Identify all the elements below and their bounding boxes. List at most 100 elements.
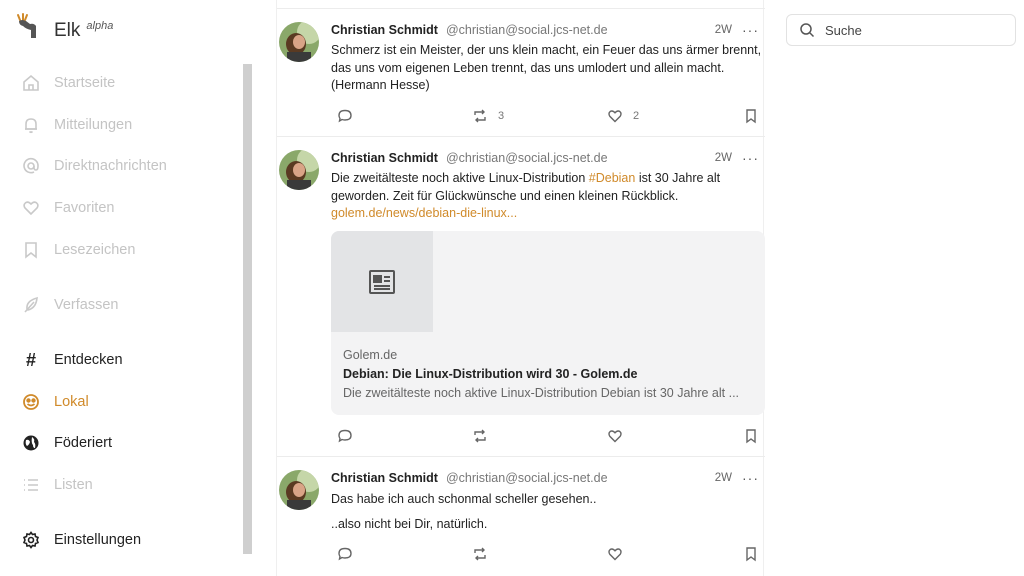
favourite-count: 2: [633, 110, 640, 122]
nav-bookmarks[interactable]: Lesezeichen: [22, 237, 135, 263]
gear-icon: [22, 531, 40, 549]
bookmark-icon: [746, 547, 756, 562]
feather-icon: [22, 296, 40, 314]
heart-icon: [22, 199, 40, 217]
nav-notifications-label: Mitteilungen: [54, 117, 133, 133]
favourite-button[interactable]: 2: [607, 108, 639, 124]
nav-compose[interactable]: Verfassen: [22, 292, 119, 318]
hashtag-link[interactable]: #Debian: [589, 171, 636, 185]
bookmark-button[interactable]: [743, 108, 759, 124]
post-actions: 3 2: [337, 108, 757, 128]
nav-settings[interactable]: Einstellungen: [22, 527, 141, 553]
favourite-button[interactable]: [607, 546, 623, 562]
nav-federated-label: Föderiert: [54, 435, 113, 451]
post-time[interactable]: 2W: [715, 472, 732, 484]
elk-logo-icon: [17, 13, 36, 38]
post-header: Christian Schmidt @christian@social.jcs-…: [331, 150, 759, 166]
post-time[interactable]: 2W: [715, 24, 732, 36]
nav-federated[interactable]: Föderiert: [22, 430, 112, 456]
nav-local-label: Lokal: [54, 394, 89, 410]
avatar[interactable]: [279, 22, 319, 62]
app-name: Elk: [54, 20, 81, 41]
card-title: Debian: Die Linux-Distribution wird 30 -…: [343, 367, 638, 381]
nav-compose-label: Verfassen: [54, 297, 119, 313]
search-box[interactable]: [786, 14, 1016, 46]
nav-settings-label: Einstellungen: [54, 532, 142, 548]
timeline-feed: Christian Schmidt @christian@social.jcs-…: [276, 0, 765, 576]
reply-icon: [338, 109, 352, 123]
avatar[interactable]: [279, 150, 319, 190]
author-name[interactable]: Christian Schmidt: [331, 23, 438, 37]
author-handle[interactable]: @christian@social.jcs-net.de: [446, 23, 608, 37]
post-paragraph: Das habe ich auch schonmal scheller gese…: [331, 492, 597, 506]
status-post[interactable]: Christian Schmidt @christian@social.jcs-…: [277, 456, 765, 574]
boost-button[interactable]: [472, 428, 488, 444]
nav-local[interactable]: Lokal: [22, 389, 89, 415]
list-icon: [22, 476, 40, 494]
author-handle[interactable]: @christian@social.jcs-net.de: [446, 471, 608, 485]
hashtag-icon: #: [25, 349, 36, 370]
reply-button[interactable]: [337, 108, 353, 124]
avatar[interactable]: [279, 470, 319, 510]
nav-notifications[interactable]: Mitteilungen: [22, 112, 132, 138]
bookmark-button[interactable]: [743, 428, 759, 444]
nav-messages[interactable]: Direktnachrichten: [22, 153, 167, 179]
favourite-button[interactable]: [607, 428, 623, 444]
nav-lists[interactable]: Listen: [22, 472, 93, 498]
card-description: Die zweitälteste noch aktive Linux-Distr…: [343, 386, 740, 400]
post-time[interactable]: 2W: [715, 152, 732, 164]
post-content: Die zweitälteste noch aktive Linux-Distr…: [331, 170, 763, 223]
globe-icon: [22, 434, 40, 452]
bookmark-icon: [22, 241, 40, 259]
nav-favorites-label: Favoriten: [54, 200, 115, 216]
at-icon: [22, 157, 40, 175]
post-paragraph: ..also nicht bei Dir, natürlich.: [331, 516, 488, 531]
author-handle[interactable]: @christian@social.jcs-net.de: [446, 151, 608, 165]
link-preview-card[interactable]: Golem.de Debian: Die Linux-Distribution …: [331, 231, 765, 415]
nav-favorites[interactable]: Favoriten: [22, 195, 114, 221]
newspaper-icon: [369, 269, 395, 294]
post-content: Das habe ich auch schonmal scheller gese…: [331, 491, 763, 533]
nav-explore-label: Entdecken: [54, 352, 123, 368]
more-options-button[interactable]: ···: [742, 470, 759, 486]
nav-explore[interactable]: # Entdecken: [22, 347, 123, 373]
search-icon: [800, 23, 815, 38]
nav-messages-label: Direktnachrichten: [54, 158, 167, 174]
boost-button[interactable]: 3: [472, 108, 504, 124]
post-header: Christian Schmidt @christian@social.jcs-…: [331, 22, 759, 38]
nav-lists-label: Listen: [54, 477, 93, 493]
sidebar: Elk alpha Startseite Mitteilungen Direkt…: [0, 0, 256, 576]
app-tag: alpha: [86, 20, 114, 32]
heart-icon: [608, 430, 622, 443]
more-options-button[interactable]: ···: [742, 150, 759, 166]
nav-bookmarks-label: Lesezeichen: [54, 242, 136, 258]
home-icon: [22, 74, 40, 92]
boost-icon: [474, 547, 486, 561]
sidebar-scrollbar[interactable]: [243, 64, 252, 554]
heart-icon: [608, 548, 622, 561]
card-site: Golem.de: [343, 348, 398, 362]
reply-button[interactable]: [337, 546, 353, 562]
boost-icon: [474, 429, 486, 443]
status-post[interactable]: Christian Schmidt @christian@social.jcs-…: [277, 136, 765, 456]
local-icon: [22, 393, 40, 411]
more-options-button[interactable]: ···: [742, 22, 759, 38]
bookmark-button[interactable]: [743, 546, 759, 562]
author-name[interactable]: Christian Schmidt: [331, 151, 438, 165]
search-input[interactable]: [825, 22, 1005, 38]
reply-icon: [338, 429, 352, 443]
boost-button[interactable]: [472, 546, 488, 562]
bookmark-icon: [746, 109, 756, 124]
brand[interactable]: Elk alpha: [14, 12, 113, 42]
bookmark-icon: [746, 429, 756, 444]
boost-icon: [474, 109, 486, 123]
author-name[interactable]: Christian Schmidt: [331, 471, 438, 485]
reply-button[interactable]: [337, 428, 353, 444]
post-text: Die zweitälteste noch aktive Linux-Distr…: [331, 171, 589, 185]
card-thumbnail: [331, 231, 433, 332]
nav-home[interactable]: Startseite: [22, 70, 115, 96]
post-link[interactable]: golem.de/news/debian-die-linux...: [331, 206, 517, 220]
status-post[interactable]: Christian Schmidt @christian@social.jcs-…: [277, 8, 765, 136]
post-actions: [337, 546, 757, 566]
post-actions: [337, 428, 757, 448]
